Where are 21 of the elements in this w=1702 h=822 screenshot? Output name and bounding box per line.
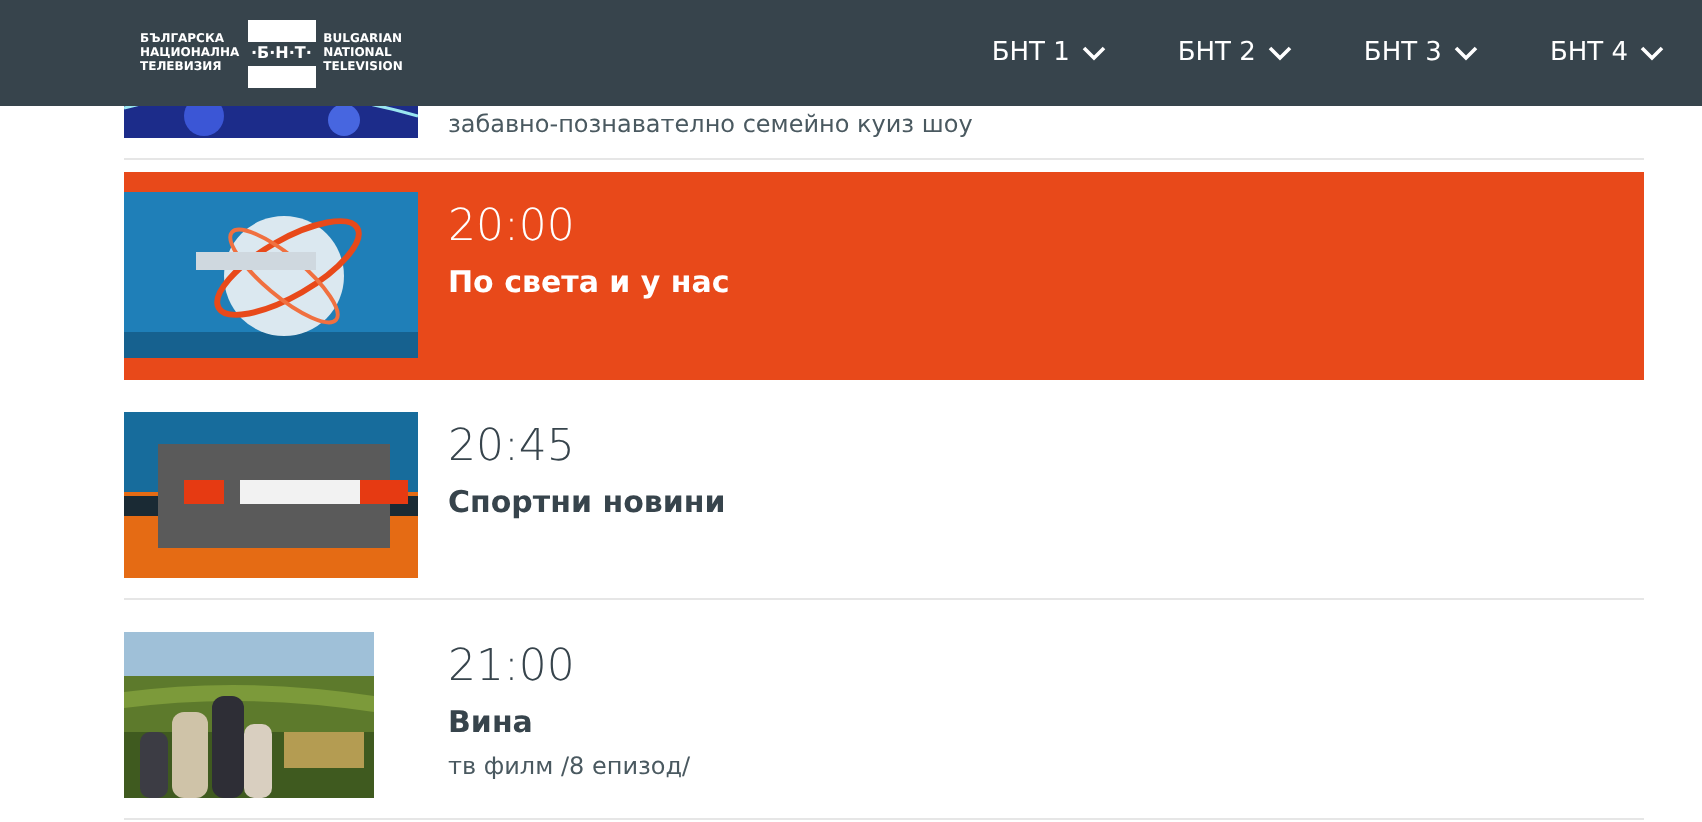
- programme-row[interactable]: забавно-познавателно семейно куиз шоу: [124, 106, 1644, 160]
- logo-mark[interactable]: ·Б·Н·Т·: [247, 19, 316, 87]
- nav-menu-item[interactable]: БНТ 3: [1363, 38, 1478, 68]
- programme-title: Спортни новини: [448, 482, 726, 524]
- programme-description: тв филм /8 епизод/: [448, 750, 691, 784]
- chevron-down-icon: [1267, 45, 1292, 61]
- programme-title: Вина: [448, 702, 535, 744]
- programme-description: забавно-познавателно семейно куиз шоу: [448, 110, 973, 138]
- programme-row[interactable]: 20:45 Спортни новини: [124, 392, 1644, 600]
- nav-menu-item[interactable]: БНТ 1: [991, 38, 1106, 68]
- nav-menu-item[interactable]: БНТ 2: [1177, 38, 1292, 68]
- chevron-down-icon: [1640, 45, 1664, 61]
- programme-time: 20:45: [448, 420, 577, 476]
- programme-row[interactable]: 21:00 Вина тв филм /8 епизод/: [124, 612, 1644, 820]
- programme-time: 20:00: [448, 200, 577, 256]
- programme-title: По света и у нас: [448, 262, 730, 304]
- programme-time: 21:00: [448, 640, 577, 696]
- nav-menu-item[interactable]: БНТ 4: [1549, 38, 1664, 68]
- current-programme-row[interactable]: 20:00 По света и у нас: [124, 172, 1644, 380]
- chevron-down-icon: [1081, 45, 1106, 61]
- chevron-down-icon: [1453, 45, 1478, 61]
